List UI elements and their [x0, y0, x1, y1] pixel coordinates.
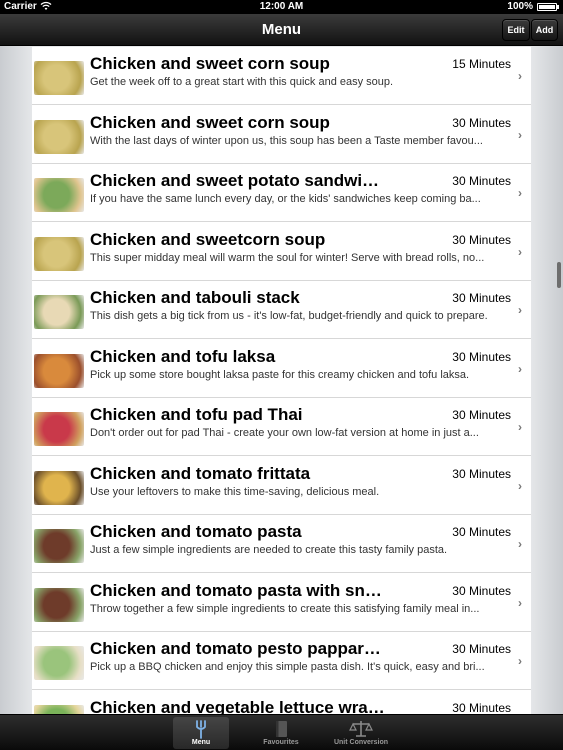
battery-icon [537, 3, 559, 11]
recipe-row[interactable]: Chicken and tabouli stack 30 Minutes This … [32, 281, 531, 339]
recipe-thumbnail [34, 470, 84, 505]
recipe-time: 30 Minutes [452, 291, 511, 305]
tab-label: Unit Conversion [333, 739, 389, 746]
recipe-time: 30 Minutes [452, 583, 511, 598]
chevron-right-icon: › [518, 69, 522, 83]
recipe-title: Chicken and tomato frittata [90, 463, 311, 483]
recipe-time: 30 Minutes [452, 408, 511, 422]
recipe-description: This super midday meal will warm the sou… [90, 251, 485, 264]
recipe-thumbnail [34, 119, 84, 154]
recipe-description: Pick up some store bought laksa paste fo… [90, 368, 470, 381]
recipe-time: 30 Minutes [452, 642, 511, 656]
recipe-description: This dish gets a big tick from us - it's… [90, 310, 488, 322]
navigation-bar: Menu Edit Add [0, 14, 563, 46]
recipe-thumbnail [34, 646, 84, 680]
recipe-row[interactable]: Chicken and sweet corn soup 30 Minutes Wit… [32, 105, 531, 164]
recipe-time: 30 Minutes [452, 525, 511, 539]
edit-button[interactable]: Edit [502, 19, 530, 41]
recipe-row[interactable]: Chicken and sweetcorn soup 30 Minutes This… [32, 222, 531, 281]
recipe-thumbnail [34, 412, 84, 446]
chevron-right-icon: › [518, 478, 522, 493]
recipe-time: 30 Minutes [452, 349, 511, 364]
chevron-right-icon: › [518, 420, 522, 434]
recipe-description: If you have the same lunch every day, or… [90, 193, 481, 205]
book-icon [276, 721, 287, 737]
recipe-row[interactable]: Chicken and tofu laksa 30 Minutes Pick up … [32, 339, 531, 398]
recipe-title: Chicken and sweet potato sandwi… [90, 171, 380, 190]
chevron-right-icon: › [518, 654, 522, 668]
recipe-time: 30 Minutes [452, 232, 511, 247]
recipe-time: 30 Minutes [452, 174, 511, 188]
recipe-time: 30 Minutes [452, 466, 511, 481]
tab-favourites[interactable]: Favourites [253, 717, 309, 749]
chevron-right-icon: › [518, 244, 522, 259]
chevron-right-icon: › [518, 303, 522, 317]
recipe-title: Chicken and sweet corn soup [90, 54, 330, 73]
scale-icon [349, 721, 373, 737]
tab-unit-conversion[interactable]: Unit Conversion [333, 717, 389, 749]
recipe-title: Chicken and tomato pesto pappar… [90, 639, 381, 658]
recipe-title: Chicken and sweet corn soup [90, 112, 330, 132]
chevron-right-icon: › [518, 595, 522, 610]
recipe-thumbnail [34, 353, 84, 388]
recipe-time: 30 Minutes [452, 700, 511, 715]
recipe-title: Chicken and tofu laksa [90, 346, 276, 366]
chevron-right-icon: › [518, 186, 522, 200]
battery-percent: 100% [507, 1, 533, 12]
recipe-title: Chicken and sweetcorn soup [90, 229, 326, 249]
recipe-description: With the last days of winter upon us, th… [90, 134, 483, 147]
chevron-right-icon: › [518, 127, 522, 142]
recipe-row[interactable]: Chicken and tomato frittata 30 Minutes Use… [32, 456, 531, 515]
recipe-list[interactable]: Chicken and sweet corn soup 15 Minutes Get… [32, 47, 531, 714]
recipe-title: Chicken and tofu pad Thai [90, 405, 303, 424]
fork-icon [196, 720, 206, 739]
recipe-row[interactable]: Chicken and sweet potato sandwi… 30 Minut… [32, 164, 531, 222]
recipe-description: Use your leftovers to make this time-sav… [90, 485, 380, 498]
status-bar: Carrier 12:00 AM 100% [0, 0, 563, 14]
chevron-right-icon: › [518, 537, 522, 551]
clock: 12:00 AM [259, 1, 304, 12]
tab-label: Favourites [263, 739, 299, 746]
recipe-row[interactable]: Chicken and tomato pasta with sn… 30 Minu… [32, 573, 531, 632]
recipe-thumbnail [34, 587, 84, 622]
recipe-thumbnail [34, 178, 84, 212]
recipe-description: Throw together a few simple ingredients … [90, 602, 480, 615]
recipe-thumbnail [34, 236, 84, 271]
page-title: Menu [261, 21, 302, 38]
tab-bar: Menu Favourites Unit Conversion [0, 714, 563, 750]
recipe-description: Just a few simple ingredients are needed… [90, 544, 448, 556]
recipe-title: Chicken and vegetable lettuce wra… [90, 697, 385, 715]
recipe-description: Pick up a BBQ chicken and enjoy this sim… [90, 661, 485, 673]
chevron-right-icon: › [518, 361, 522, 376]
recipe-row[interactable]: Chicken and tomato pesto pappar… 30 Minut… [32, 632, 531, 690]
recipe-row[interactable]: Chicken and vegetable lettuce wra… 30 Min… [32, 690, 531, 715]
recipe-thumbnail [34, 61, 84, 95]
recipe-title: Chicken and tomato pasta [90, 522, 302, 541]
recipe-title: Chicken and tabouli stack [90, 288, 300, 307]
recipe-row[interactable]: Chicken and sweet corn soup 15 Minutes Get… [32, 47, 531, 105]
scroll-indicator [557, 262, 561, 288]
recipe-row[interactable]: Chicken and tofu pad Thai 30 Minutes Don't… [32, 398, 531, 456]
recipe-thumbnail [34, 295, 84, 329]
recipe-thumbnail [34, 529, 84, 563]
recipe-row[interactable]: Chicken and tomato pasta 30 Minutes Just a… [32, 515, 531, 573]
recipe-title: Chicken and tomato pasta with sn… [90, 580, 382, 600]
recipe-thumbnail [34, 704, 84, 714]
add-button[interactable]: Add [531, 19, 558, 41]
tab-menu[interactable]: Menu [173, 717, 229, 749]
recipe-time: 15 Minutes [452, 57, 511, 71]
recipe-description: Get the week off to a great start with t… [90, 76, 394, 88]
tab-label: Menu [191, 739, 211, 746]
recipe-time: 30 Minutes [452, 115, 511, 130]
recipe-description: Don't order out for pad Thai - create yo… [90, 427, 479, 439]
